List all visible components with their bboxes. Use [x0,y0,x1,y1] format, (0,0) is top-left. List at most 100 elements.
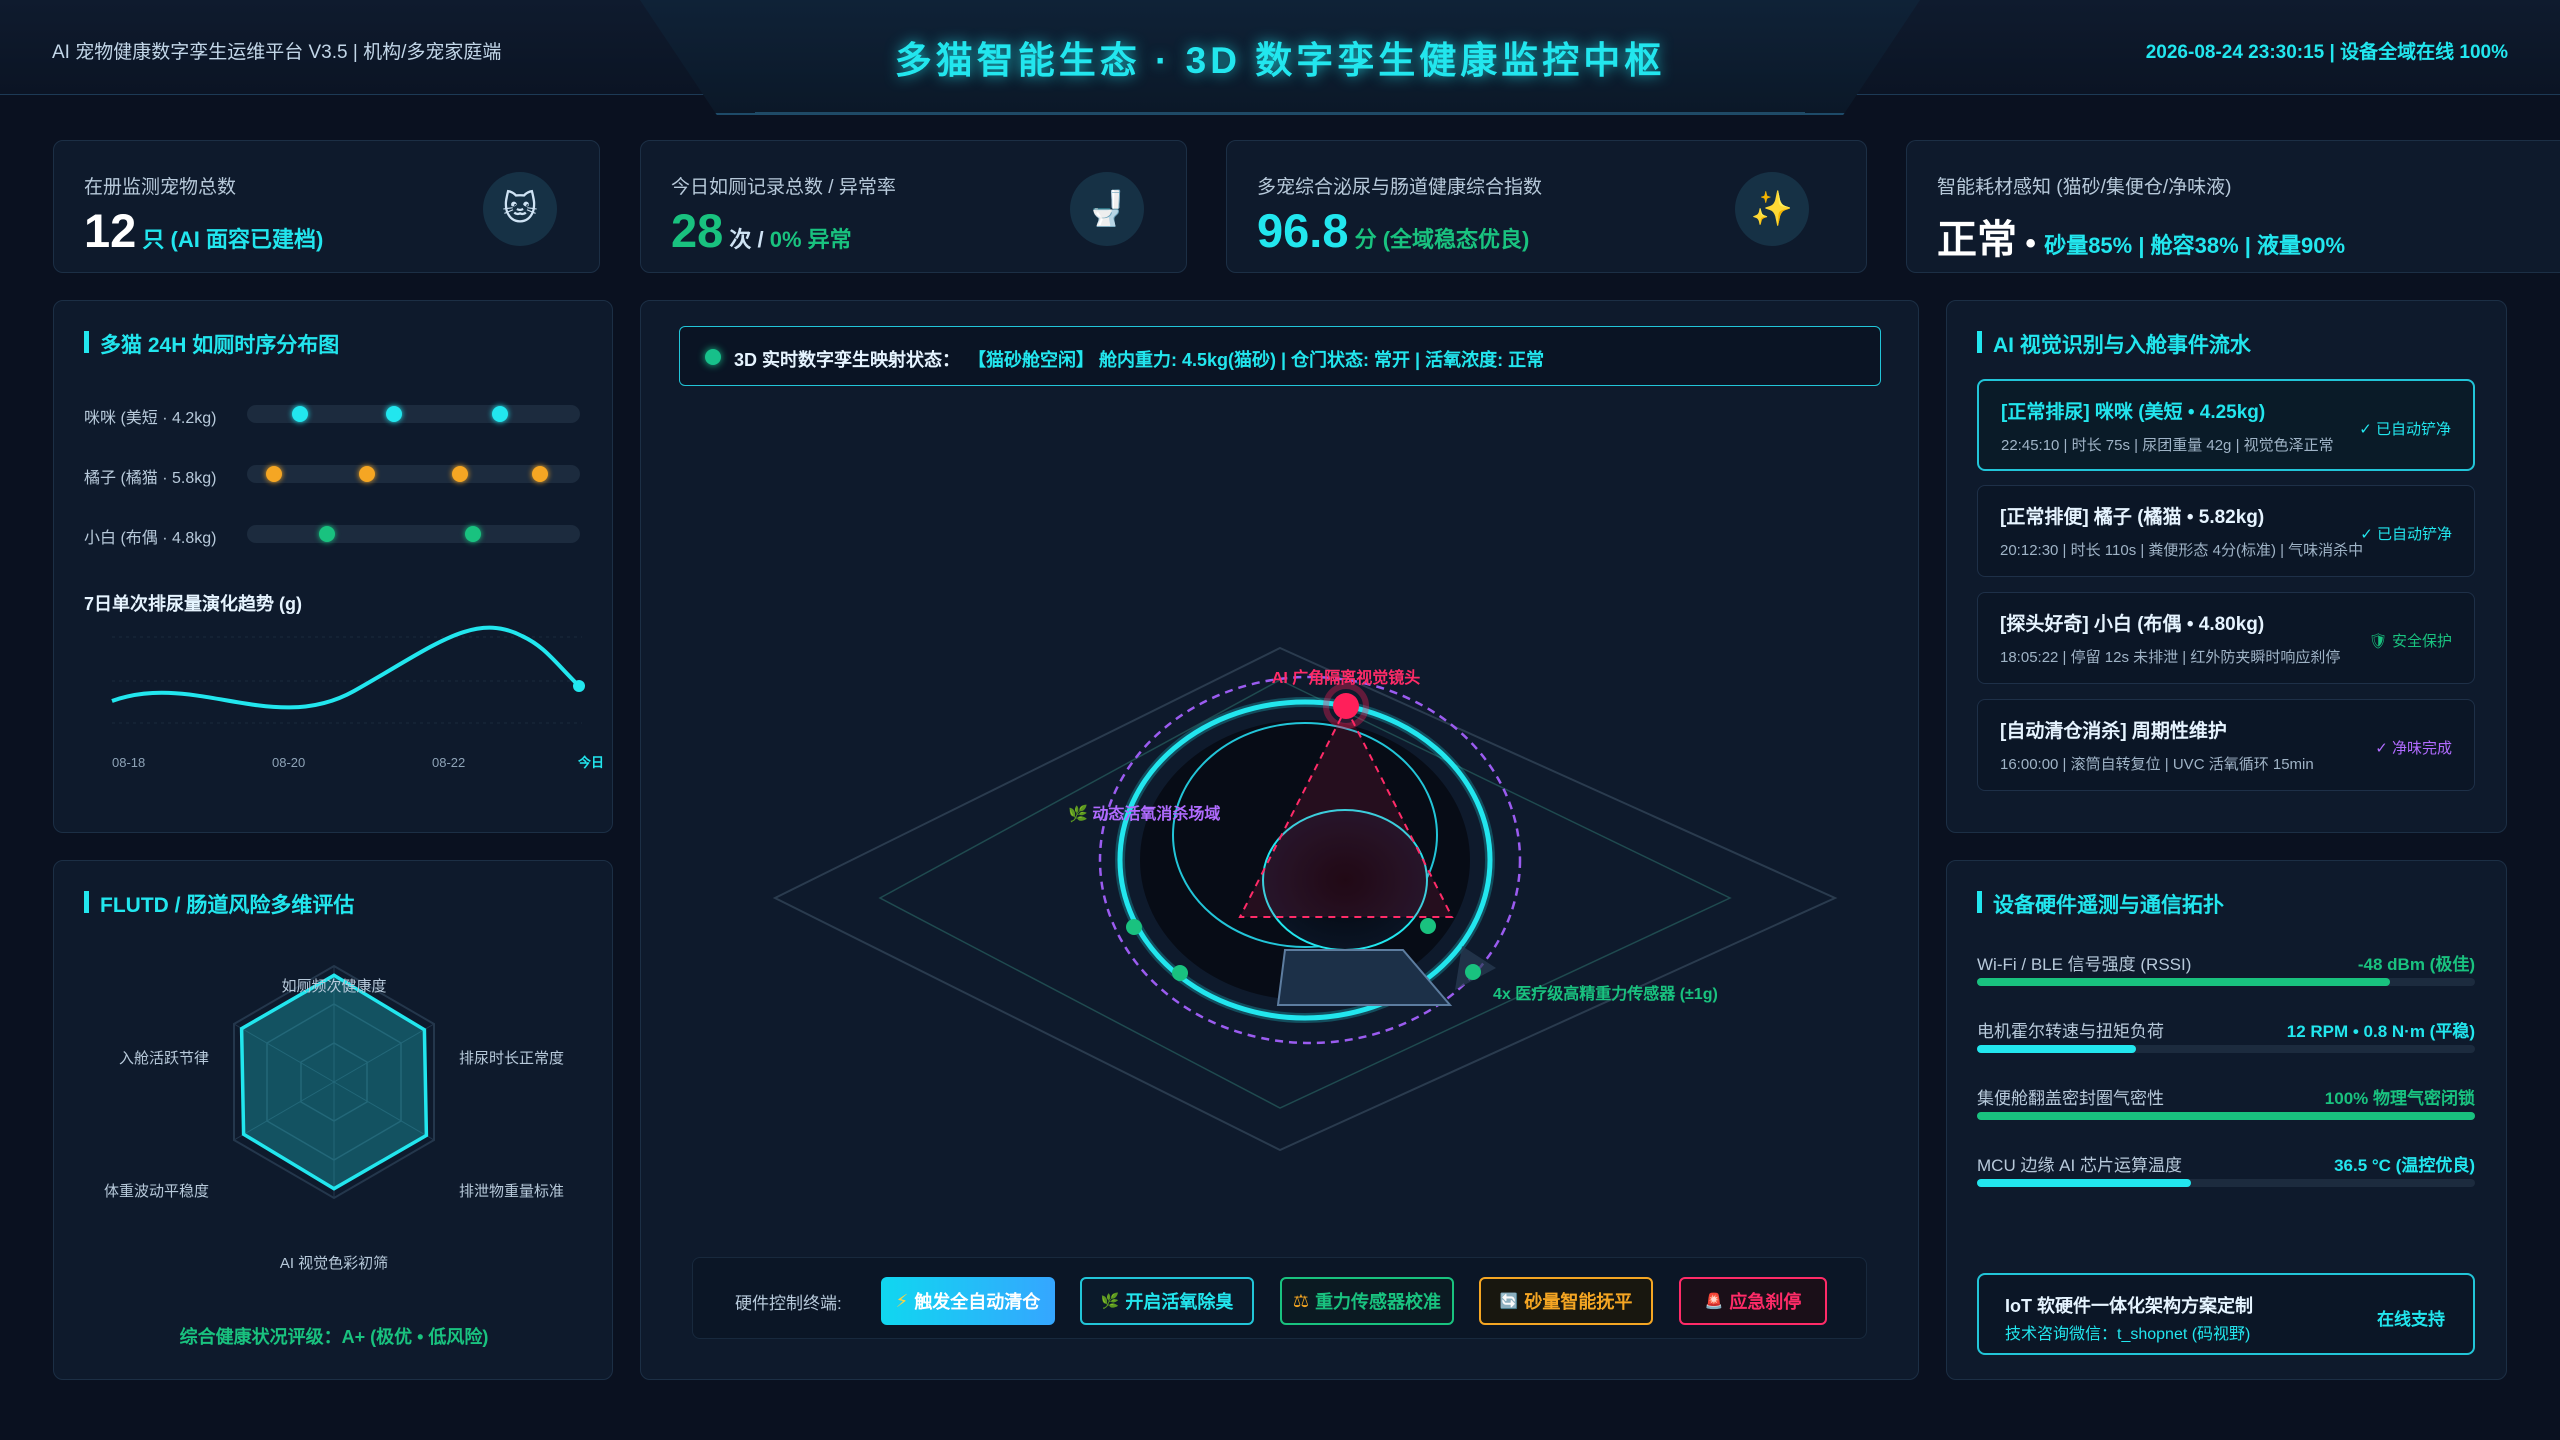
toilet-event-dot[interactable] [292,406,309,422]
telemetry-row: 集便舱翻盖密封圈气密性 100% 物理气密闭锁 [1977,1084,2475,1130]
telemetry-row: MCU 边缘 AI 芯片运算温度 36.5 °C (温控优良) [1977,1151,2475,1197]
siren-icon: 🚨 [1704,1293,1724,1310]
sensor-calibrate-button[interactable]: ⚖ 重力传感器校准 [1280,1277,1454,1325]
kpi-unit: 只 (AI 面容已建档) [136,227,324,252]
kpi-label: 多宠综合泌尿与肠道健康综合指数 [1257,177,1543,198]
kpi-abnormal-rate: 0% [769,227,802,252]
iot-support-banner[interactable]: IoT 软硬件一体化架构方案定制 技术咨询微信：t_shopnet (码视野) … [1977,1273,2475,1355]
kpi-number: 12 [84,204,137,257]
radar-axis-label: 入舱活跃节律 [119,1050,209,1067]
event-detail: 16:00:00 | 滚筒自转复位 | UVC 活氧循环 15min [2000,756,2314,773]
kpi-label: 今日如厕记录总数 / 异常率 [671,177,896,198]
radar-axis-label: 排尿时长正常度 [459,1050,564,1067]
telemetry-bar [1977,1045,2475,1053]
event-item[interactable]: [探头好奇] 小白 (布偶 • 4.80kg) 18:05:22 | 停留 12… [1977,592,2475,684]
kpi-value: 96.8 分 (全域稳态优良) [1257,203,1529,258]
toilet-event-dot[interactable] [452,466,469,482]
oxygen-deodorize-button[interactable]: 🌿 开启活氧除臭 [1080,1277,1254,1325]
telemetry-bar [1977,1179,2475,1187]
button-label: 触发全自动清仓 [914,1292,1041,1312]
kpi-label: 智能耗材感知 (猫砂/集便仓/净味液) [1937,177,2232,198]
toilet-event-dot[interactable] [358,466,375,482]
refresh-icon: 🔄 [1499,1293,1519,1310]
status-value: 【猫砂舱空闲】 舱内重力: 4.5kg(猫砂) | 仓门状态: 常开 | 活氧浓… [968,350,1545,370]
telemetry-value: 100% 物理气密闭锁 [2324,1089,2475,1108]
event-detail: 18:05:22 | 停留 12s 未排泄 | 红外防夹瞬时响应刹停 [2000,649,2341,666]
toilet-event-dot[interactable] [532,466,549,482]
health-rating: 综合健康状况评级：A+ (极优 • 低风险) [179,1327,489,1347]
radar-axis-label: AI 视觉色彩初筛 [280,1255,388,1272]
kpi-number: 正常 [1937,218,2017,262]
event-status-tag: ✓ 净味完成 [2375,740,2452,757]
panel-title: 设备硬件遥测与通信拓扑 [1977,889,2224,919]
toilet-icon: 🚽 [1070,172,1144,246]
radar-chart: 如厕频次健康度 排尿时长正常度 排泄物重量标准 AI 视觉色彩初筛 体重波动平稳… [104,964,564,1272]
timeline-track [247,405,580,423]
telemetry-bar-fill [1977,1112,2475,1120]
radar-axis-label: 排泄物重量标准 [459,1183,564,1200]
sparkles-icon: ✨ [1735,172,1809,246]
radar-area [239,973,429,1191]
hardware-control-bar: 硬件控制终端: ⚡ 触发全自动清仓 🌿 开启活氧除臭 ⚖ 重力传感器校准 🔄 砂量智能抚… [692,1257,1867,1339]
toilet-event-dot[interactable] [465,526,482,542]
radar-axis-label: 体重波动平稳度 [104,1183,209,1200]
lightning-icon: ⚡ [895,1290,909,1311]
page-title: 多猫智能生态 · 3D 数字孪生健康监控中枢 [894,40,1666,81]
auto-clean-button[interactable]: ⚡ 触发全自动清仓 [881,1277,1055,1325]
event-item[interactable]: [正常排尿] 咪咪 (美短 • 4.25kg) 22:45:10 | 时长 75… [1977,379,2475,471]
timeline-track [247,465,580,483]
x-tick-label: 08-18 [112,755,145,770]
kpi-label: 在册监测宠物总数 [84,177,237,198]
button-label: 开启活氧除臭 [1125,1292,1234,1312]
telemetry-label: MCU 边缘 AI 芯片运算温度 [1977,1156,2182,1175]
iot-contact: 技术咨询微信：t_shopnet (码视野) [2005,1326,2251,1343]
event-item[interactable]: [正常排便] 橘子 (橘猫 • 5.82kg) 20:12:30 | 时长 11… [1977,485,2475,577]
toilet-event-dot[interactable] [265,466,282,482]
telemetry-label: 集便舱翻盖密封圈气密性 [1977,1089,2164,1108]
timeline-row: 咪咪 (美短 · 4.2kg) [84,403,584,427]
status-label: 3D 实时数字孪生映射状态： [734,350,961,370]
event-item[interactable]: [自动清仓消杀] 周期性维护 16:00:00 | 滚筒自转复位 | UVC 活… [1977,699,2475,791]
x-tick-label-today: 今日 [577,755,604,770]
telemetry-value: 36.5 °C (温控优良) [2334,1156,2475,1175]
event-detail: 20:12:30 | 时长 110s | 粪便形态 4分(标准) | 气味消杀中 [2000,542,2364,559]
radar-axis-label: 如厕频次健康度 [281,978,386,995]
button-label: 应急刹停 [1729,1292,1802,1312]
telemetry-bar-fill [1977,1045,2137,1053]
online-support-link[interactable]: 在线支持 [2377,1305,2445,1330]
kpi-value: 12 只 (AI 面容已建档) [84,203,323,258]
toilet-event-dot[interactable] [318,526,335,542]
toilet-event-dot[interactable] [492,406,509,422]
kpi-number: 28 [671,204,724,257]
header-underline [755,112,1805,114]
x-tick-label: 08-20 [272,755,305,770]
gravity-sensor-icon [1465,964,1481,980]
telemetry-label: 电机霍尔转速与扭矩负荷 [1977,1022,2164,1041]
litter-level-button[interactable]: 🔄 砂量智能抚平 [1479,1277,1653,1325]
control-bar-label: 硬件控制终端: [735,1294,842,1313]
event-title: [自动清仓消杀] 周期性维护 [2000,721,2227,742]
kpi-separator: • [2017,227,2045,260]
kpi-number: 96.8 [1257,204,1349,257]
status-dot [705,349,721,365]
kpi-card-toilet: 今日如厕记录总数 / 异常率 28 次 / 0% 异常 🚽 [640,140,1187,273]
timeline-row: 小白 (布偶 · 4.8kg) [84,523,584,547]
telemetry-value: -48 dBm (极佳) [2357,955,2475,974]
timeline-track [247,525,580,543]
litter-box-3d-model: AI 广角隔离视觉镜头 🌿 动态活氧消杀场域 4x 医疗级高精重力传感器 (±1… [772,646,1838,1152]
gravity-sensor-icon [1126,919,1142,935]
cat-face-icon: 🐱 [483,172,557,246]
kpi-unit: 分 (全域稳态优良) [1348,227,1530,252]
pet-name: 小白 (布偶 · 4.8kg) [84,530,217,547]
telemetry-bar [1977,1112,2475,1120]
platform-name: AI 宠物健康数字孪生运维平台 V3.5 | 机构/多宠家庭端 [52,42,502,63]
telemetry-row: 电机霍尔转速与扭矩负荷 12 RPM • 0.8 N·m (平稳) [1977,1017,2475,1063]
button-label: 重力传感器校准 [1315,1292,1442,1312]
emergency-stop-button[interactable]: 🚨 应急刹停 [1679,1277,1827,1325]
kpi-value: 正常 • 砂量85% | 舱容38% | 液量90% [1937,207,2345,265]
event-status-tag: ✓ 已自动铲净 [2359,421,2451,438]
event-detail: 22:45:10 | 时长 75s | 尿团重量 42g | 视觉色泽正常 [2001,437,2334,454]
toilet-event-dot[interactable] [385,406,402,422]
pet-name: 咪咪 (美短 · 4.2kg) [84,410,217,427]
base-platform [1276,949,1453,1006]
